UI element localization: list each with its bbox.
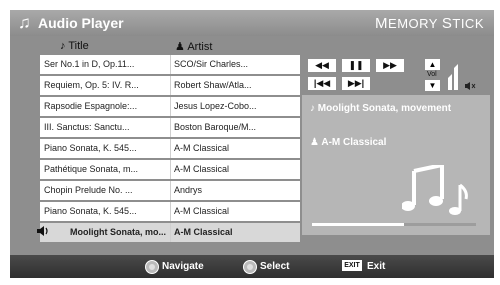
track-title: III. Sanctus: Sanctu...: [44, 122, 130, 132]
next-track-button[interactable]: ▶▶|: [342, 77, 370, 90]
track-row[interactable]: Pathétique Sonata, m... A-M Classical: [40, 160, 300, 179]
now-playing-panel: ♪ Moolight Sonata, movement ♟ A-M Classi…: [302, 95, 490, 235]
brand-rest: EMORY: [388, 16, 442, 31]
track-row[interactable]: III. Sanctus: Sanctu... Boston Baroque/M…: [40, 118, 300, 137]
column-divider: [170, 223, 171, 242]
column-divider: [170, 181, 171, 200]
column-header-artist[interactable]: ♟ Artist: [175, 40, 212, 53]
column-header-title[interactable]: ♪ Title: [60, 40, 89, 52]
track-title: Moolight Sonata, mo...: [70, 227, 166, 237]
track-title: Piano Sonata, K. 545...: [44, 206, 137, 216]
column-divider: [170, 76, 171, 95]
volume-level-icon: [448, 64, 458, 90]
fast-forward-button[interactable]: ▶▶: [376, 59, 404, 72]
volume-label: Vol: [427, 71, 437, 78]
progress-fill: [312, 223, 404, 226]
track-row[interactable]: Rapsodie Espagnole:... Jesus Lopez-Cobo.…: [40, 97, 300, 116]
now-playing-title: ♪ Moolight Sonata, movement: [310, 103, 488, 114]
track-artist: Boston Baroque/M...: [174, 122, 257, 132]
app-title: Audio Player: [38, 15, 124, 31]
now-playing-artist: ♟ A-M Classical: [310, 137, 386, 148]
person-icon: ♟: [310, 137, 322, 148]
track-row[interactable]: Piano Sonata, K. 545... A-M Classical: [40, 202, 300, 221]
track-title: Piano Sonata, K. 545...: [44, 143, 137, 153]
track-artist: Andrys: [174, 185, 203, 195]
column-divider: [170, 139, 171, 158]
speaker-icon: [36, 225, 50, 240]
note-icon: ♪: [310, 103, 318, 114]
speaker-icon-svg: [37, 226, 48, 236]
rewind-button[interactable]: ◀◀: [308, 59, 336, 72]
music-notes-icon: [402, 165, 468, 215]
music-note-icon: ♫: [18, 13, 31, 32]
navigate-label: Navigate: [162, 261, 204, 272]
track-row[interactable]: Chopin Prelude No. ... Andrys: [40, 181, 300, 200]
progress-bar[interactable]: [312, 223, 476, 226]
footer-bar: Navigate Select EXIT Exit: [10, 255, 494, 278]
track-row[interactable]: Piano Sonata, K. 545... A-M Classical: [40, 139, 300, 158]
memory-stick-brand: MEMORY STICK: [375, 15, 484, 32]
column-title-label: Title: [68, 40, 89, 52]
track-artist: A-M Classical: [174, 206, 230, 216]
now-playing-artist-text: A-M Classical: [321, 137, 387, 148]
volume-up-button[interactable]: ▲: [425, 59, 440, 70]
track-artist: A-M Classical: [174, 164, 230, 174]
column-divider: [170, 97, 171, 116]
brand-initial: M: [375, 15, 389, 32]
brand-rest: TICK: [452, 16, 484, 31]
person-icon: ♟: [175, 41, 185, 53]
track-artist: Jesus Lopez-Cobo...: [174, 101, 257, 111]
navigate-dpad-icon: [145, 260, 159, 274]
track-row-now-playing[interactable]: Moolight Sonata, mo... A-M Classical: [37, 223, 300, 242]
select-button-icon: [243, 260, 257, 274]
audio-player-window: ♫ Audio Player MEMORY STICK ♪ Title ♟ Ar…: [10, 10, 494, 278]
now-playing-title-text: Moolight Sonata, movement: [317, 103, 452, 114]
track-title: Chopin Prelude No. ...: [44, 185, 133, 195]
select-label: Select: [260, 261, 290, 272]
column-divider: [170, 118, 171, 137]
track-list: Ser No.1 in D, Op.11... SCO/Sir Charles.…: [37, 55, 300, 244]
track-title: Rapsodie Espagnole:...: [44, 101, 138, 111]
note-icon: ♪: [60, 40, 66, 52]
track-artist: SCO/Sir Charles...: [174, 59, 249, 69]
track-artist: Robert Shaw/Atla...: [174, 80, 252, 90]
previous-track-button[interactable]: |◀◀: [308, 77, 336, 90]
exit-key-icon[interactable]: EXIT: [342, 260, 362, 271]
track-title: Requiem, Op. 5: IV. R...: [44, 80, 139, 90]
column-divider: [170, 55, 171, 74]
track-row[interactable]: Ser No.1 in D, Op.11... SCO/Sir Charles.…: [40, 55, 300, 74]
exit-label[interactable]: Exit: [367, 261, 385, 272]
volume-down-button[interactable]: ▼: [425, 80, 440, 91]
mute-icon[interactable]: [464, 81, 476, 94]
column-divider: [170, 202, 171, 221]
track-artist: A-M Classical: [174, 143, 230, 153]
column-artist-label: Artist: [187, 41, 213, 53]
column-divider: [170, 160, 171, 179]
brand-initial: S: [441, 15, 453, 32]
track-artist: A-M Classical: [174, 227, 233, 237]
pause-button[interactable]: ❚❚: [342, 59, 370, 72]
track-title: Pathétique Sonata, m...: [44, 164, 139, 174]
mute-icon-svg: [465, 82, 476, 90]
track-row[interactable]: Requiem, Op. 5: IV. R... Robert Shaw/Atl…: [40, 76, 300, 95]
header-bar: ♫ Audio Player MEMORY STICK: [10, 10, 494, 36]
track-title: Ser No.1 in D, Op.11...: [44, 59, 135, 69]
